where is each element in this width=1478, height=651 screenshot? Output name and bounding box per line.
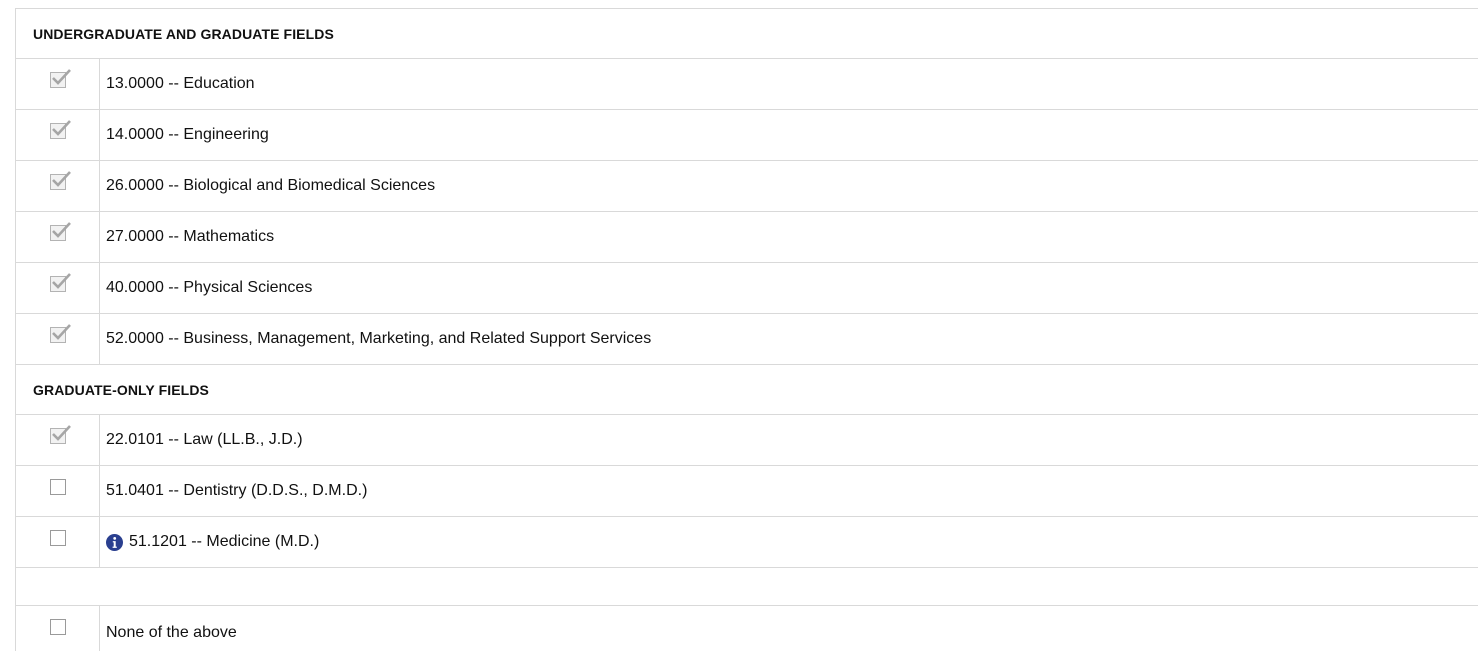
checkbox-cell (16, 517, 100, 567)
checkbox[interactable] (49, 324, 71, 343)
field-row-biological-sciences[interactable]: 26.0000 -- Biological and Biomedical Sci… (16, 161, 1478, 212)
field-label: 22.0101 -- Law (LL.B., J.D.) (106, 431, 303, 448)
checkbox[interactable] (49, 273, 71, 292)
field-label-wrapper: 51.1201 -- Medicine (M.D.) (100, 517, 1478, 567)
checkmark-icon (51, 120, 71, 136)
checkbox-cell (16, 110, 100, 160)
checkbox-cell (16, 314, 100, 364)
checkbox[interactable] (49, 222, 71, 241)
field-label: 13.0000 -- Education (106, 75, 255, 92)
checkmark-icon (51, 425, 71, 441)
field-label: 14.0000 -- Engineering (106, 126, 269, 143)
checkbox[interactable] (49, 479, 66, 495)
checkbox[interactable] (49, 530, 66, 546)
checkmark-icon (51, 273, 71, 289)
checkbox-cell (16, 212, 100, 262)
checkmark-icon (51, 222, 71, 238)
section-header-undergraduate-graduate: UNDERGRADUATE AND GRADUATE FIELDS (16, 9, 1478, 59)
checkbox-cell (16, 161, 100, 211)
checkbox-cell (16, 263, 100, 313)
field-row-business[interactable]: 52.0000 -- Business, Management, Marketi… (16, 314, 1478, 365)
checkmark-icon (51, 324, 71, 340)
checkbox[interactable] (49, 425, 71, 444)
checkbox-cell (16, 59, 100, 109)
field-row-physical-sciences[interactable]: 40.0000 -- Physical Sciences (16, 263, 1478, 314)
field-label: 51.0401 -- Dentistry (D.D.S., D.M.D.) (106, 482, 368, 499)
checkbox[interactable] (49, 618, 66, 635)
field-row-dentistry[interactable]: 51.0401 -- Dentistry (D.D.S., D.M.D.) (16, 466, 1478, 517)
field-label: 40.0000 -- Physical Sciences (106, 279, 313, 296)
checkbox-cell (16, 466, 100, 516)
section-title: UNDERGRADUATE AND GRADUATE FIELDS (33, 25, 334, 42)
field-row-none-of-the-above[interactable]: None of the above (16, 606, 1478, 651)
checkbox[interactable] (49, 69, 71, 88)
field-label: None of the above (106, 623, 237, 641)
field-label: 51.1201 -- Medicine (M.D.) (129, 533, 320, 550)
fields-table: UNDERGRADUATE AND GRADUATE FIELDS 13.000… (15, 8, 1478, 651)
field-row-medicine[interactable]: 51.1201 -- Medicine (M.D.) (16, 517, 1478, 568)
field-label: 26.0000 -- Biological and Biomedical Sci… (106, 177, 436, 194)
checkmark-icon (51, 171, 71, 187)
field-row-mathematics[interactable]: 27.0000 -- Mathematics (16, 212, 1478, 263)
checkbox[interactable] (49, 120, 71, 139)
checkbox-cell (16, 606, 100, 651)
field-label: 52.0000 -- Business, Management, Marketi… (106, 330, 652, 347)
spacer-row (16, 568, 1478, 606)
checkmark-icon (51, 69, 71, 85)
field-row-law[interactable]: 22.0101 -- Law (LL.B., J.D.) (16, 415, 1478, 466)
section-header-graduate-only: GRADUATE-ONLY FIELDS (16, 365, 1478, 415)
info-icon[interactable] (106, 533, 123, 551)
field-label: 27.0000 -- Mathematics (106, 228, 275, 245)
section-title: GRADUATE-ONLY FIELDS (33, 381, 209, 398)
field-row-engineering[interactable]: 14.0000 -- Engineering (16, 110, 1478, 161)
checkbox[interactable] (49, 171, 71, 190)
field-row-education[interactable]: 13.0000 -- Education (16, 59, 1478, 110)
checkbox-cell (16, 415, 100, 465)
